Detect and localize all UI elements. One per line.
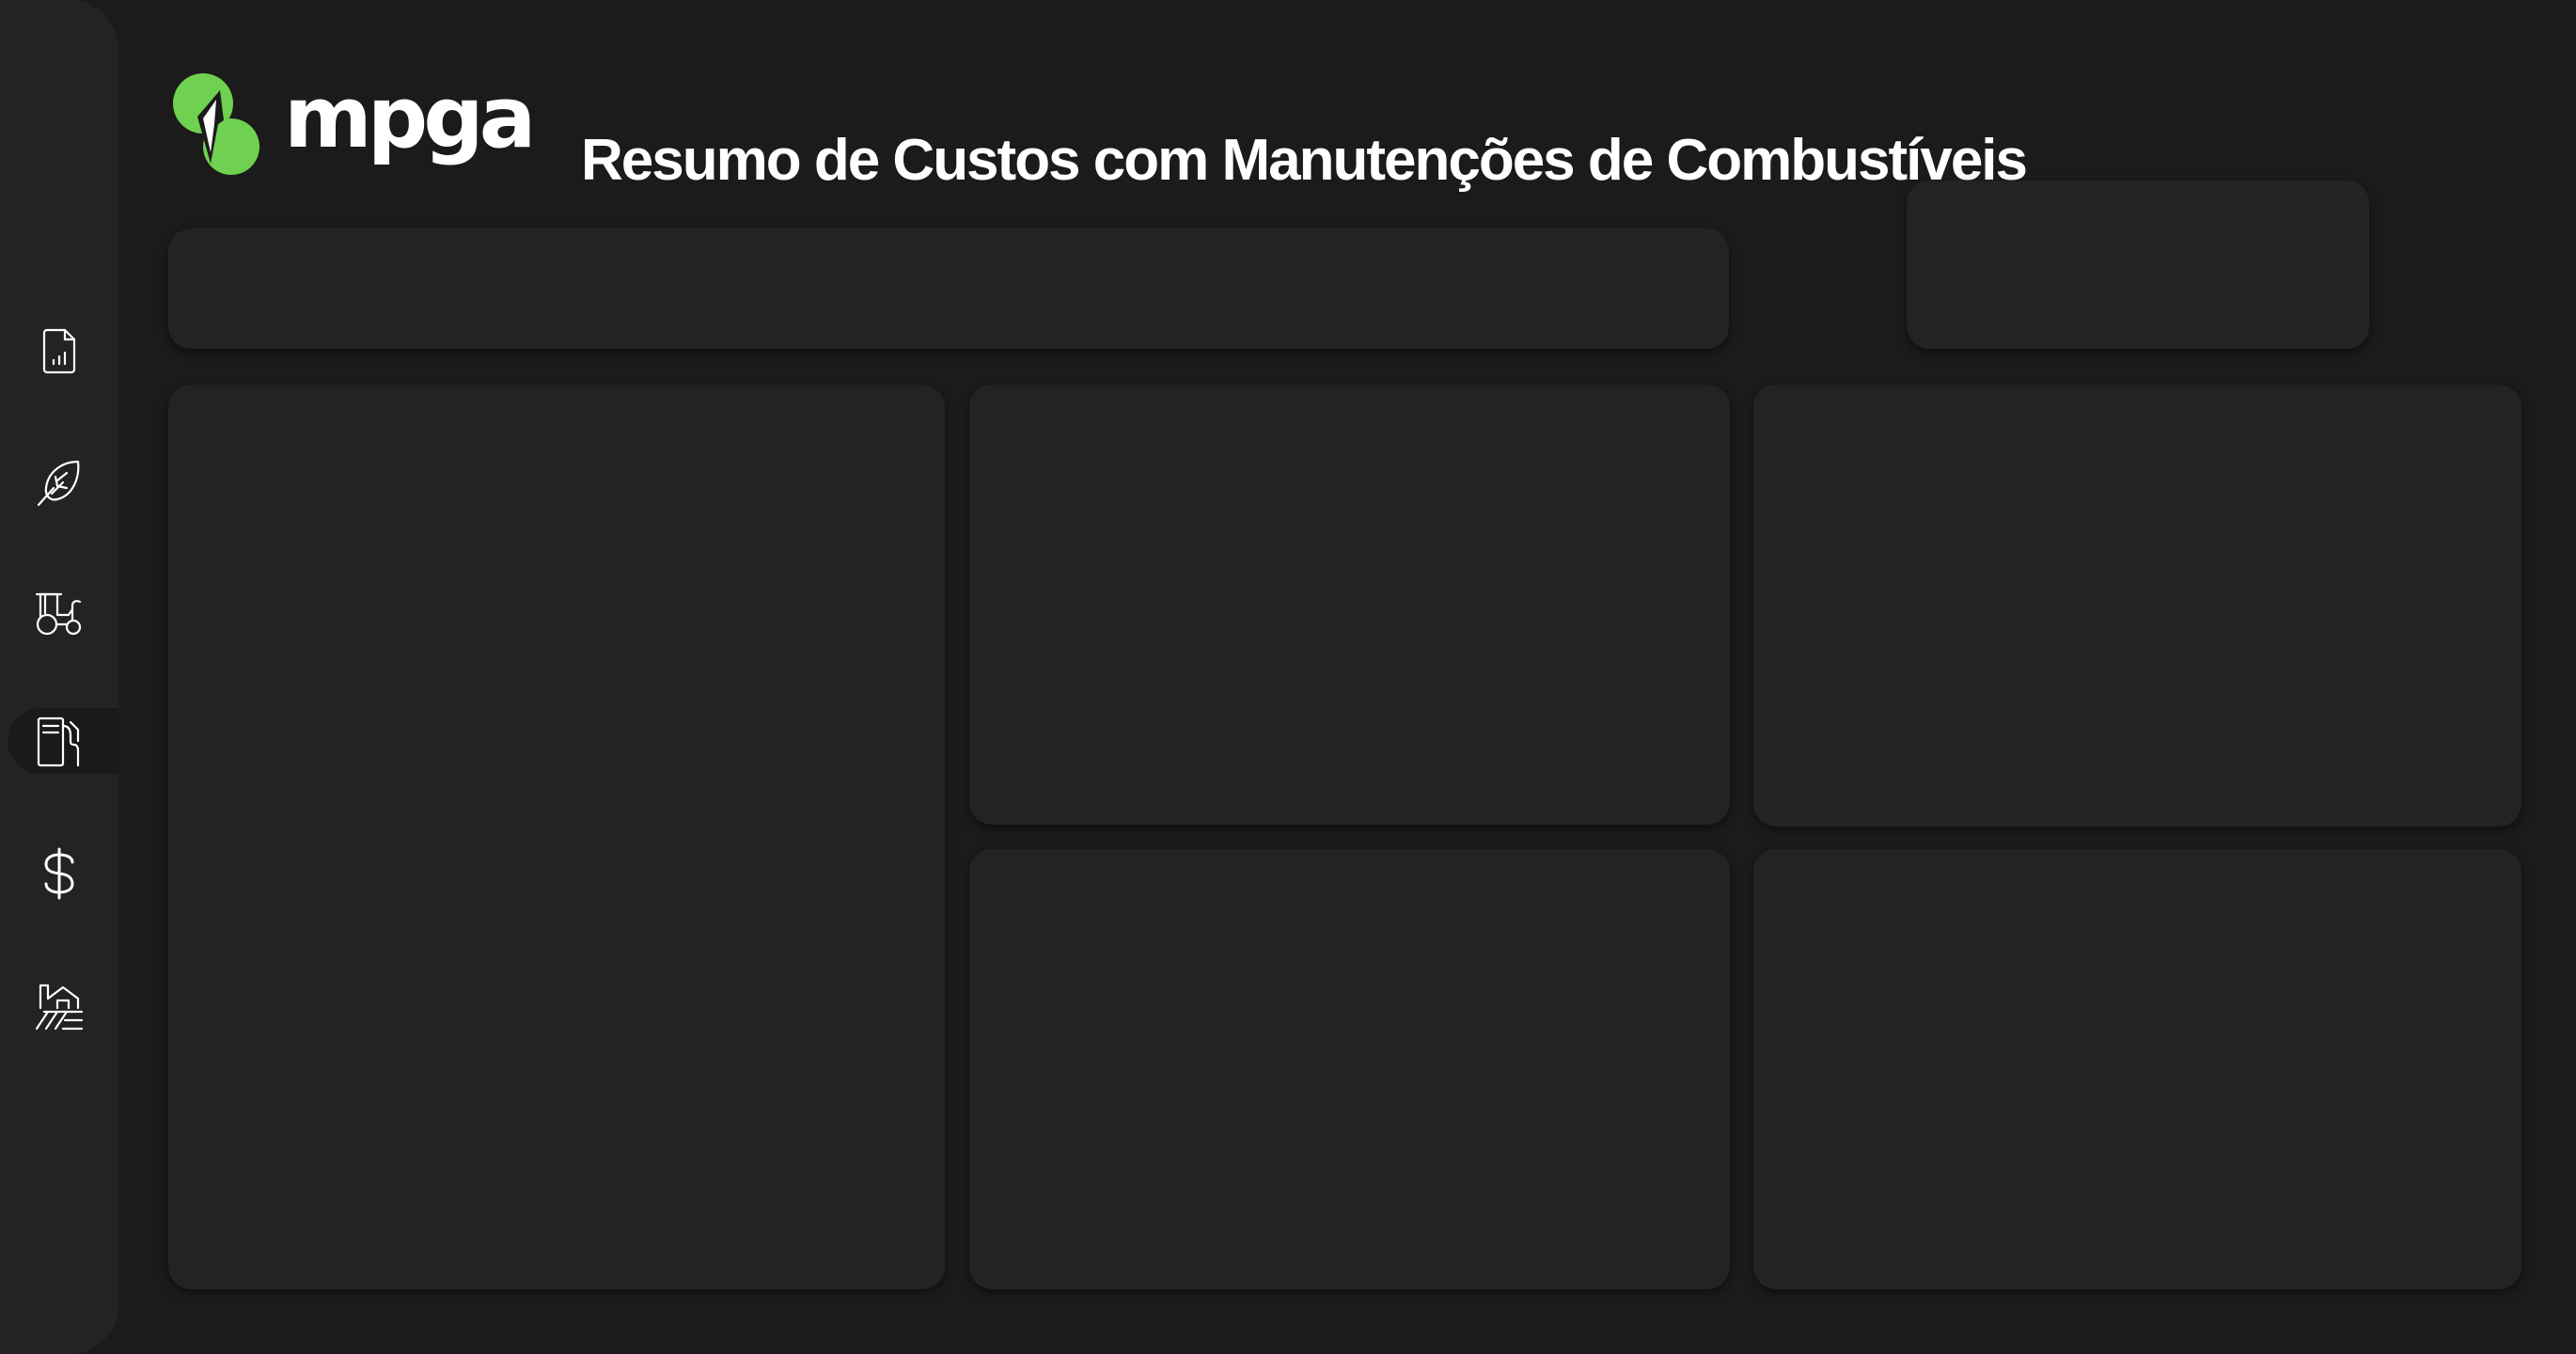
- farm-field-icon: [35, 984, 84, 1031]
- panel-top-middle-card: [969, 385, 1730, 825]
- summary-card: [1907, 181, 2369, 349]
- fuel-pump-icon: [37, 716, 80, 767]
- panel-bottom-middle-card: [969, 849, 1730, 1289]
- panel-bottom-right-card: [1753, 849, 2521, 1289]
- sidebar: [0, 0, 118, 1354]
- report-chart-icon: [42, 328, 76, 374]
- dollar-icon: [44, 847, 74, 900]
- leaf-crop-icon: [37, 460, 80, 507]
- sidebar-item-fuel[interactable]: [0, 708, 118, 774]
- logo-text: mpga: [284, 69, 536, 167]
- panel-left-card: [168, 385, 945, 1289]
- tractor-icon: [35, 592, 82, 636]
- page-title: Resumo de Custos com Manutenções de Comb…: [581, 127, 2028, 193]
- sidebar-item-machinery[interactable]: [0, 580, 118, 646]
- sidebar-item-farm[interactable]: [0, 971, 118, 1037]
- panel-top-right-card: [1753, 385, 2521, 827]
- sidebar-item-finance[interactable]: [0, 841, 118, 906]
- logo[interactable]: mpga: [165, 69, 536, 175]
- sidebar-item-crops[interactable]: [0, 449, 118, 515]
- mpga-logo-icon: [173, 73, 259, 175]
- filter-bar-card: [168, 228, 1729, 349]
- dashboard-app: mpga Resumo de Custos com Manutenções de…: [0, 0, 2576, 1354]
- sidebar-item-reports[interactable]: [0, 318, 118, 384]
